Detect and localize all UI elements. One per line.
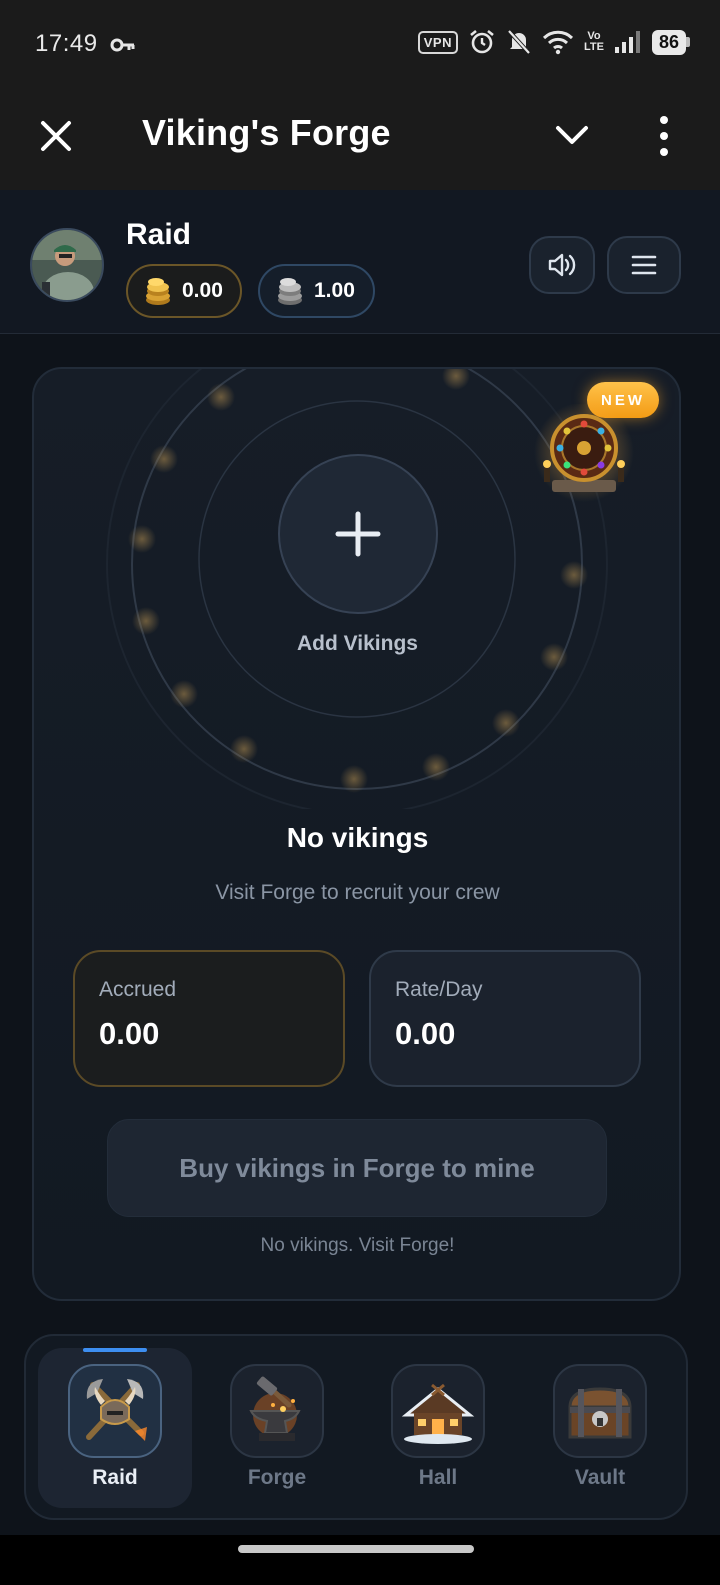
nav-label-vault: Vault	[574, 1466, 626, 1489]
plus-icon	[335, 511, 381, 557]
raid-icon	[68, 1364, 162, 1458]
status-time: 17:49	[35, 30, 98, 57]
signal-icon	[614, 31, 640, 53]
nav-label-forge: Forge	[247, 1466, 307, 1489]
volte-icon: Vo LTE	[584, 30, 604, 53]
battery-icon: 86	[651, 29, 690, 55]
empty-title: No vikings	[286, 822, 429, 853]
hint-text: No vikings. Visit Forge!	[260, 1235, 455, 1256]
rate-label: Rate/Day	[395, 978, 483, 1001]
sound-button[interactable]	[529, 236, 595, 294]
more-vertical-icon[interactable]	[652, 114, 676, 158]
battery-level: 86	[651, 29, 686, 55]
avatar[interactable]	[30, 228, 104, 302]
anvil-icon	[230, 1364, 324, 1458]
accrued-stat: Accrued 0.00	[73, 950, 345, 1087]
nav-item-hall[interactable]: Hall	[361, 1348, 515, 1508]
hall-icon	[391, 1364, 485, 1458]
gesture-area	[0, 1535, 720, 1585]
accrued-label: Accrued	[99, 978, 177, 1001]
alarm-icon	[470, 29, 494, 54]
gold-balance-pill[interactable]: 0.00	[126, 264, 242, 318]
nav-item-raid[interactable]: Raid	[38, 1348, 192, 1508]
close-icon[interactable]	[36, 116, 76, 156]
buy-vikings-button[interactable]: Buy vikings in Forge to mine	[107, 1119, 607, 1217]
vpn-icon: VPN	[417, 30, 458, 54]
sound-icon	[548, 253, 576, 277]
menu-icon	[631, 255, 657, 275]
nav-label-raid: Raid	[92, 1466, 138, 1489]
nav-item-forge[interactable]: Forge	[200, 1348, 354, 1508]
raid-card: NEW Add Vikings No vikings Visit Forge t…	[32, 367, 681, 1301]
chevron-down-icon[interactable]	[553, 120, 591, 150]
rate-value: 0.00	[395, 1016, 456, 1051]
accrued-value: 0.00	[99, 1016, 160, 1051]
silver-balance-pill[interactable]: 1.00	[258, 264, 375, 318]
menu-button[interactable]	[607, 236, 681, 294]
home-gesture-bar[interactable]	[238, 1545, 474, 1553]
add-vikings-button[interactable]	[278, 454, 438, 614]
wifi-icon	[542, 30, 574, 55]
active-indicator	[83, 1348, 147, 1352]
nav-item-vault[interactable]: Vault	[523, 1348, 677, 1508]
game-header: Raid 0.00 1.00	[0, 190, 720, 334]
header-title: Raid	[126, 218, 192, 251]
bottom-nav: Raid Forge Hall Vault	[24, 1334, 688, 1520]
key-icon	[110, 38, 135, 52]
app-bar: Viking's Forge	[0, 90, 720, 190]
fortune-wheel-icon[interactable]	[534, 404, 634, 504]
mute-icon	[507, 29, 531, 55]
status-bar: 17:49 VPN Vo LTE 86	[0, 0, 720, 90]
chest-icon	[553, 1364, 647, 1458]
empty-subtitle: Visit Forge to recruit your crew	[215, 881, 500, 904]
silver-coins-icon	[278, 278, 302, 305]
nav-label-hall: Hall	[418, 1466, 458, 1489]
add-vikings-label[interactable]: Add Vikings	[34, 632, 679, 656]
status-icons: VPN Vo LTE 86	[417, 28, 690, 56]
gold-coins-icon	[146, 278, 170, 305]
rate-stat: Rate/Day 0.00	[369, 950, 641, 1087]
silver-balance: 1.00	[314, 279, 355, 302]
gold-balance: 0.00	[182, 279, 223, 302]
app-title: Viking's Forge	[142, 112, 391, 153]
